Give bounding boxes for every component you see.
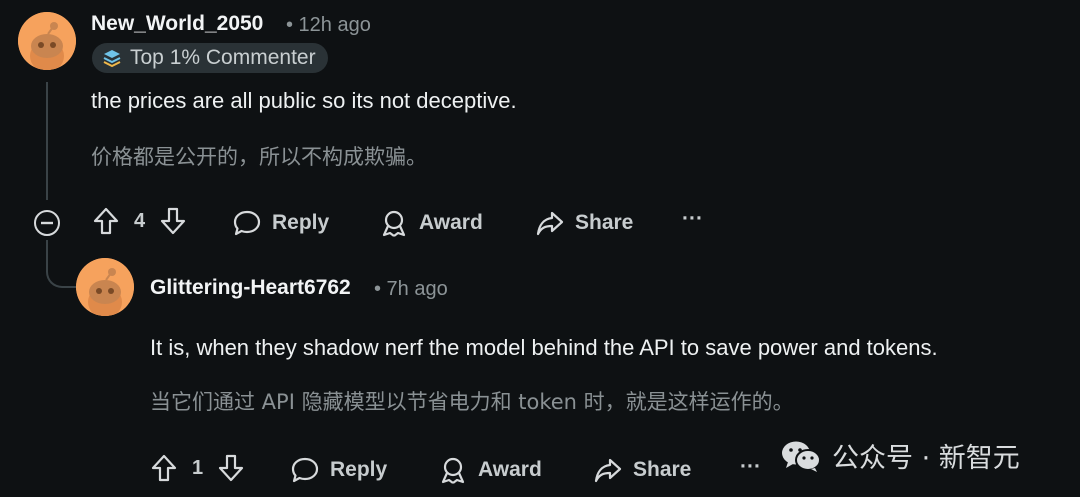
downvote-icon[interactable]	[159, 206, 187, 236]
comment-translation: 当它们通过 API 隐藏模型以节省电力和 token 时，就是这样运作的。	[150, 390, 794, 414]
more-options-icon: ···	[740, 455, 761, 478]
badge-label: Top 1% Commenter	[130, 46, 316, 69]
collapse-button[interactable]	[32, 208, 62, 238]
award-button[interactable]: Award	[438, 455, 542, 485]
vote-count: 1	[192, 456, 204, 479]
watermark-text: 公众号 · 新智元	[832, 443, 1020, 474]
thread-line	[46, 82, 48, 200]
award-label: Award	[419, 211, 483, 234]
comment-translation: 价格都是公开的，所以不构成欺骗。	[91, 145, 427, 169]
vote-group: 4	[92, 206, 187, 236]
avatar[interactable]	[76, 258, 134, 316]
share-label: Share	[633, 458, 692, 481]
comment-timestamp: • 12h ago	[286, 14, 371, 36]
share-button[interactable]: Share	[535, 208, 633, 238]
snoo-avatar-icon	[76, 258, 134, 316]
comment-body: It is, when they shadow nerf the model b…	[150, 335, 938, 360]
snoo-avatar-icon	[18, 12, 76, 70]
reply-bubble-icon	[291, 457, 319, 483]
comment-username[interactable]: New_World_2050	[91, 12, 263, 36]
collapse-minus-icon	[34, 210, 60, 236]
share-arrow-icon	[594, 458, 622, 483]
vote-count: 4	[134, 209, 146, 232]
comment-body: the prices are all public so its not dec…	[91, 88, 517, 113]
award-label: Award	[478, 458, 542, 481]
reply-label: Reply	[330, 458, 388, 481]
more-options-button[interactable]: ···	[740, 455, 761, 479]
award-icon	[441, 457, 465, 484]
reply-button[interactable]: Reply	[232, 208, 329, 238]
avatar[interactable]	[18, 12, 76, 70]
reply-button[interactable]: Reply	[290, 455, 387, 485]
award-icon	[382, 210, 406, 237]
reply-label: Reply	[272, 211, 330, 234]
more-options-icon: ···	[682, 207, 703, 230]
thread-connector	[46, 240, 76, 288]
reply-bubble-icon	[233, 210, 261, 236]
comment-timestamp: • 7h ago	[374, 278, 448, 300]
vote-group: 1	[150, 453, 245, 483]
share-arrow-icon	[536, 211, 564, 236]
commenter-badge-icon	[103, 50, 121, 68]
flair-badge: Top 1% Commenter	[92, 43, 328, 73]
watermark: 公众号 · 新智元	[780, 436, 1020, 475]
share-label: Share	[575, 211, 634, 234]
downvote-icon[interactable]	[217, 453, 245, 483]
wechat-icon	[782, 441, 821, 472]
upvote-icon[interactable]	[150, 453, 178, 483]
award-button[interactable]: Award	[379, 208, 483, 238]
share-button[interactable]: Share	[593, 455, 691, 485]
comment-username[interactable]: Glittering-Heart6762	[150, 276, 351, 300]
upvote-icon[interactable]	[92, 206, 120, 236]
more-options-button[interactable]: ···	[682, 207, 703, 231]
